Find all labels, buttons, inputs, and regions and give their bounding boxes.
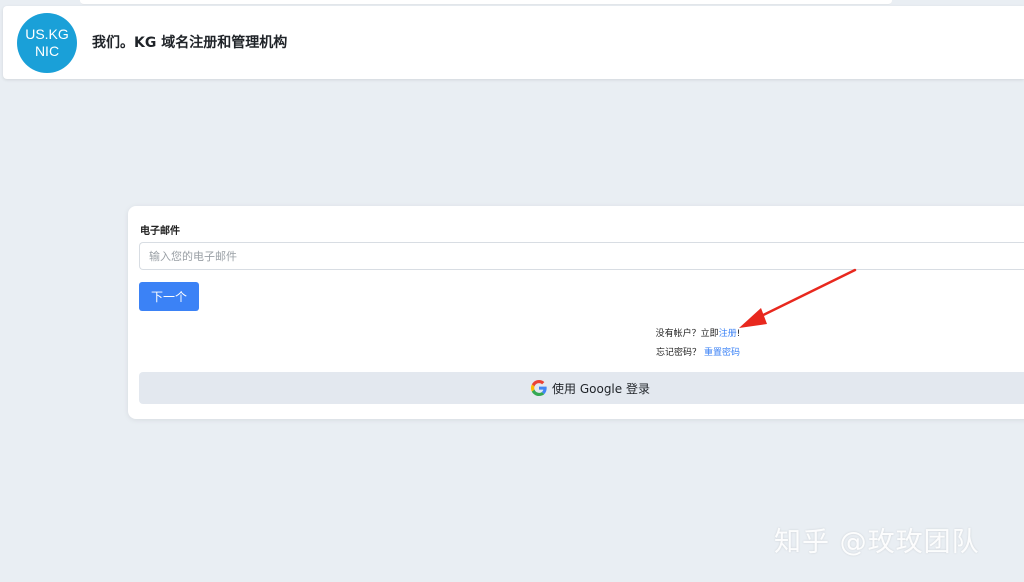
signup-link[interactable]: 注册: [719, 329, 737, 339]
signup-suffix: !: [736, 329, 741, 339]
site-title: 我们。KG 域名注册和管理机构: [92, 35, 288, 51]
email-label: 电子邮件: [140, 226, 180, 237]
next-button[interactable]: 下一个: [139, 282, 199, 311]
reset-line: 忘记密码？ 重置密码: [128, 345, 1024, 358]
google-g-icon: [531, 380, 547, 396]
google-login-button[interactable]: 使用 Google 登录: [139, 372, 1024, 404]
login-page: US.KG NIC 我们。KG 域名注册和管理机构 电子邮件 下一个 没有帐户？…: [0, 0, 1024, 582]
site-logo[interactable]: US.KG NIC: [17, 13, 77, 73]
site-header: US.KG NIC 我们。KG 域名注册和管理机构: [3, 6, 1024, 79]
signup-prompt: 没有帐户？立即: [655, 329, 719, 339]
forgot-prompt: 忘记密码？: [656, 348, 702, 358]
logo-line-1: US.KG: [25, 26, 69, 42]
reset-password-link[interactable]: 重置密码: [704, 348, 740, 358]
logo-line-2: NIC: [34, 43, 60, 59]
login-card: 电子邮件 下一个 没有帐户？立即注册! 忘记密码？ 重置密码 使用 Google…: [128, 206, 1024, 419]
zhihu-watermark: 知乎 @玫玫团队: [774, 527, 980, 558]
browser-top-strip: [80, 0, 892, 5]
email-input[interactable]: [139, 242, 1024, 270]
google-login-label: 使用 Google 登录: [552, 381, 650, 396]
signup-line: 没有帐户？立即注册!: [128, 326, 1024, 339]
